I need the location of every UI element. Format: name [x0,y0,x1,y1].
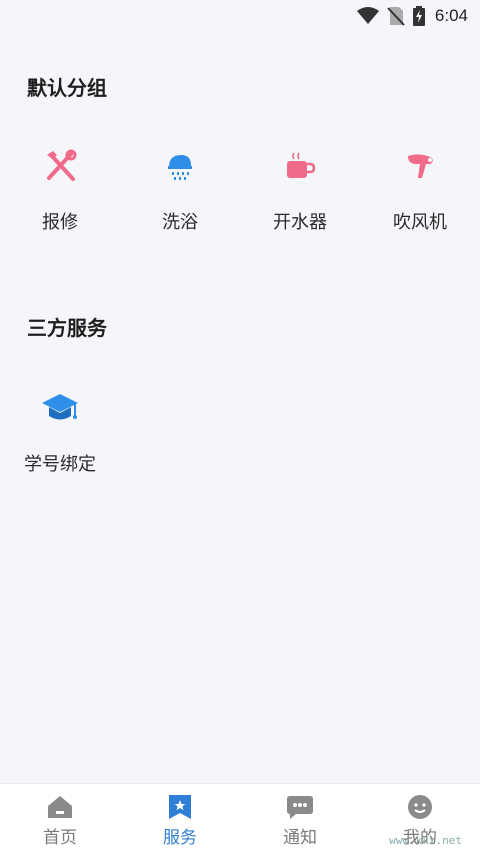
tab-label: 通知 [283,828,317,848]
watermark-text: www.kkx.net [389,834,462,847]
service-bookmark-icon [166,793,194,821]
service-item-label: 开水器 [273,212,327,233]
clock-time: 6:04 [434,6,468,25]
section-title-default-group: 默认分组 [27,76,107,100]
tab-home[interactable]: 首页 [0,784,120,853]
service-item-label: 吹风机 [393,212,447,233]
service-item-hair-dryer[interactable]: 吹风机 [360,146,480,234]
hot-water-cup-icon [280,146,320,186]
chat-bubble-icon [286,793,314,821]
profile-face-icon [406,793,434,821]
no-sim-icon [387,6,405,26]
status-bar: 6:04 [0,0,480,32]
service-item-label: 报修 [42,212,78,233]
wifi-icon [356,7,379,25]
home-icon [46,793,74,821]
service-item-hot-water[interactable]: 开水器 [240,146,360,234]
service-item-shower[interactable]: 洗浴 [120,146,240,234]
hair-dryer-icon [400,146,440,186]
graduation-cap-icon [40,388,80,428]
service-item-label: 洗浴 [162,212,198,233]
tab-service[interactable]: 服务 [120,784,240,853]
service-item-repair[interactable]: 报修 [0,146,120,234]
repair-tools-icon [40,146,80,186]
service-item-label: 学号绑定 [24,454,96,475]
tab-notifications[interactable]: 通知 [240,784,360,853]
tab-label: 首页 [43,828,77,848]
battery-charging-icon [412,6,425,26]
section-title-third-party: 三方服务 [27,316,107,340]
service-item-student-id-binding[interactable]: 学号绑定 [0,388,120,476]
tab-label: 服务 [163,828,197,848]
shower-icon [160,146,200,186]
